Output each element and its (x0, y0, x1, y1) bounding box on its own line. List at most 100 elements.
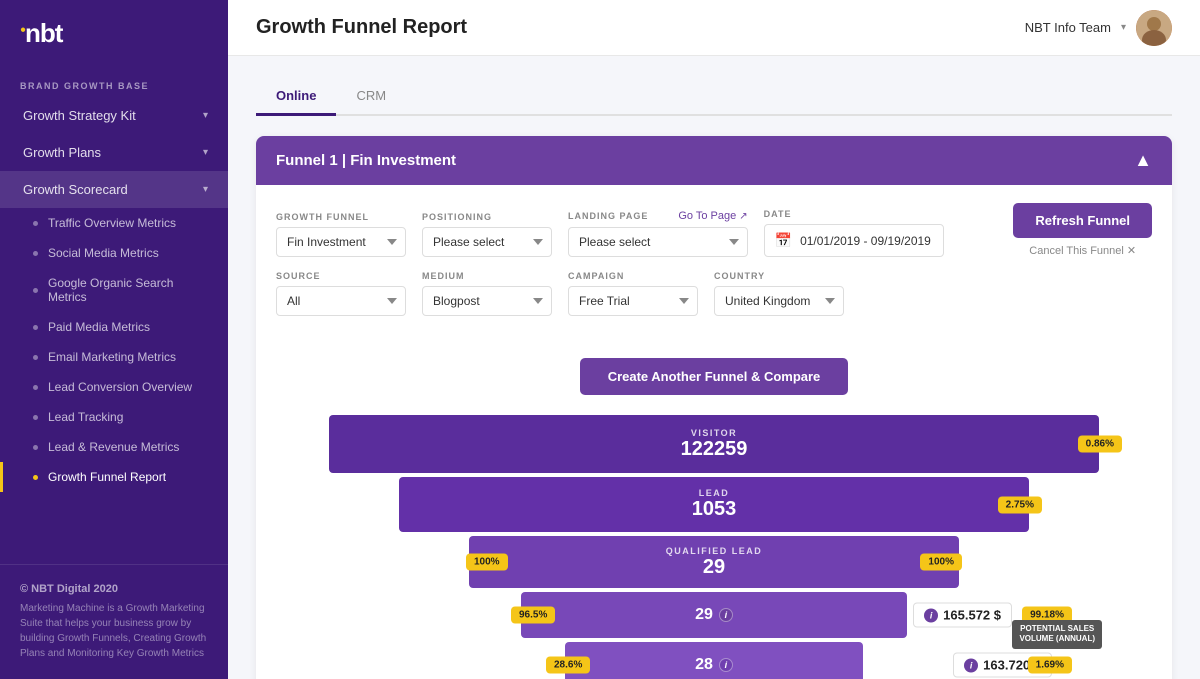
sidebar-sub-item-social-media[interactable]: Social Media Metrics (0, 238, 228, 268)
chevron-down-icon: ▾ (203, 147, 208, 158)
funnel-filters: GROWTH FUNNEL Fin Investment POSITIONING… (256, 185, 1172, 340)
filter-select-country[interactable]: United Kingdom (714, 286, 844, 316)
funnel-level-visitor: VISITOR 122259 0.86% (276, 415, 1152, 473)
dot-icon (33, 445, 38, 450)
filter-select-source[interactable]: All (276, 286, 406, 316)
cancel-funnel-button[interactable]: Cancel This Funnel ✕ (1029, 244, 1136, 257)
collapse-button[interactable]: ▲ (1134, 150, 1152, 171)
sidebar-sub-label: Social Media Metrics (48, 246, 159, 260)
funnel-chart-area: VISITOR 122259 0.86% LEAD 1053 2.75% (256, 405, 1172, 679)
sidebar-sub-label: Google Organic Search Metrics (48, 276, 208, 304)
funnel-level-lead: LEAD 1053 2.75% (276, 477, 1152, 532)
logo-area: ●nbt (0, 0, 228, 63)
filter-label-campaign: CAMPAIGN (568, 271, 698, 281)
level5-value: 28 (695, 656, 713, 674)
filter-group-source: SOURCE All (276, 271, 406, 316)
dot-icon (33, 475, 38, 480)
info-icon-5: i (719, 658, 733, 672)
sidebar-item-label: Growth Scorecard (23, 182, 128, 197)
sidebar: ●nbt BRAND GROWTH BASE Growth Strategy K… (0, 0, 228, 679)
sidebar-item-label: Growth Plans (23, 145, 101, 160)
potential-sales-tooltip: POTENTIAL SALESVOLUME (ANNUAL) (1012, 620, 1102, 649)
filter-label-landing-page: LANDING PAGE (568, 211, 648, 221)
sidebar-sub-label: Paid Media Metrics (48, 320, 150, 334)
sidebar-sub-item-growth-funnel-report[interactable]: Growth Funnel Report (0, 462, 228, 492)
sidebar-item-growth-plans[interactable]: Growth Plans ▾ (0, 134, 228, 171)
sidebar-item-growth-scorecard[interactable]: Growth Scorecard ▾ (0, 171, 228, 208)
qualified-lead-badge-left: 100% (466, 554, 508, 571)
dot-icon (33, 415, 38, 420)
sidebar-sub-item-paid-media[interactable]: Paid Media Metrics (0, 312, 228, 342)
visitor-label: VISITOR (691, 428, 737, 438)
create-funnel-wrap: Create Another Funnel & Compare (256, 340, 1172, 405)
chevron-down-icon: ▾ (203, 110, 208, 121)
lead-value: 1053 (692, 498, 737, 521)
filter-select-campaign[interactable]: Free Trial (568, 286, 698, 316)
sidebar-sub-label: Traffic Overview Metrics (48, 216, 176, 230)
filter-group-medium: MEDIUM Blogpost (422, 271, 552, 316)
create-funnel-button[interactable]: Create Another Funnel & Compare (580, 358, 849, 395)
funnel-level-5: 28 i 28.6% i 163.720 $ POTENTIAL SALESVO… (276, 642, 1152, 679)
tab-online[interactable]: Online (256, 80, 336, 116)
filter-select-growth-funnel[interactable]: Fin Investment (276, 227, 406, 257)
filter-group-date: DATE 📅 01/01/2019 - 09/19/2019 (764, 209, 944, 257)
dot-icon (33, 251, 38, 256)
sidebar-sub-label: Email Marketing Metrics (48, 350, 176, 364)
qualified-lead-label: QUALIFIED LEAD (666, 546, 763, 556)
funnel-card: Funnel 1 | Fin Investment ▲ GROWTH FUNNE… (256, 136, 1172, 679)
dot-icon (33, 385, 38, 390)
filter-row-1: GROWTH FUNNEL Fin Investment POSITIONING… (276, 203, 1152, 257)
sidebar-sub-item-email-marketing[interactable]: Email Marketing Metrics (0, 342, 228, 372)
sidebar-sub-item-lead-tracking[interactable]: Lead Tracking (0, 402, 228, 432)
sidebar-item-growth-strategy-kit[interactable]: Growth Strategy Kit ▾ (0, 97, 228, 134)
sidebar-sub-item-google-organic[interactable]: Google Organic Search Metrics (0, 268, 228, 312)
go-to-page-link[interactable]: Go To Page ↗ (678, 210, 747, 222)
filter-label-source: SOURCE (276, 271, 406, 281)
tabs: Online CRM (256, 80, 1172, 116)
qualified-lead-badge-right: 100% (920, 554, 962, 571)
lead-label: LEAD (699, 488, 730, 498)
sidebar-sub-item-lead-revenue[interactable]: Lead & Revenue Metrics (0, 432, 228, 462)
filter-group-growth-funnel: GROWTH FUNNEL Fin Investment (276, 212, 406, 257)
sidebar-sub-label: Growth Funnel Report (48, 470, 166, 484)
content-area: Online CRM Funnel 1 | Fin Investment ▲ G… (228, 56, 1200, 679)
filter-group-campaign: CAMPAIGN Free Trial (568, 271, 698, 316)
date-value: 01/01/2019 - 09/19/2019 (800, 234, 931, 248)
level5-badge-right: 1.69% (1028, 657, 1072, 674)
user-menu[interactable]: NBT Info Team ▾ (1025, 10, 1172, 46)
tab-crm[interactable]: CRM (336, 80, 406, 116)
filter-group-positioning: POSITIONING Please select (422, 212, 552, 257)
sidebar-section-label: BRAND GROWTH BASE (0, 63, 228, 97)
funnel-card-title: Funnel 1 | Fin Investment (276, 152, 456, 169)
dot-icon (33, 325, 38, 330)
topbar: Growth Funnel Report NBT Info Team ▾ (228, 0, 1200, 56)
funnel-card-header: Funnel 1 | Fin Investment ▲ (256, 136, 1172, 185)
sidebar-sub-item-lead-conversion[interactable]: Lead Conversion Overview (0, 372, 228, 402)
sidebar-sub-item-traffic-overview[interactable]: Traffic Overview Metrics (0, 208, 228, 238)
level5-badge-left: 28.6% (546, 657, 590, 674)
filter-select-positioning[interactable]: Please select (422, 227, 552, 257)
filter-label-growth-funnel: GROWTH FUNNEL (276, 212, 406, 222)
avatar (1136, 10, 1172, 46)
refresh-funnel-button[interactable]: Refresh Funnel (1013, 203, 1152, 238)
visitor-value: 122259 (681, 438, 748, 461)
sidebar-sub-label: Lead Conversion Overview (48, 380, 192, 394)
sidebar-sub-label: Lead & Revenue Metrics (48, 440, 179, 454)
dot-icon (33, 355, 38, 360)
sidebar-sub-label: Lead Tracking (48, 410, 123, 424)
filter-actions: Refresh Funnel Cancel This Funnel ✕ (1013, 203, 1152, 257)
filter-group-country: COUNTRY United Kingdom (714, 271, 844, 316)
qualified-lead-value: 29 (703, 556, 725, 579)
main-content: Growth Funnel Report NBT Info Team ▾ Onl… (228, 0, 1200, 679)
date-input[interactable]: 📅 01/01/2019 - 09/19/2019 (764, 224, 944, 257)
filter-row-2: SOURCE All MEDIUM Blogpost CAMPAIGN (276, 271, 1152, 316)
filter-select-landing-page[interactable]: Please select (568, 227, 748, 257)
filter-label-country: COUNTRY (714, 271, 844, 281)
dot-icon (33, 221, 38, 226)
footer-description: Marketing Machine is a Growth Marketing … (20, 601, 208, 661)
info-icon-4: i (719, 608, 733, 622)
copyright-text: © NBT Digital 2020 (20, 583, 208, 595)
filter-select-medium[interactable]: Blogpost (422, 286, 552, 316)
level4-value: 29 (695, 606, 713, 624)
filter-label-date: DATE (764, 209, 944, 219)
